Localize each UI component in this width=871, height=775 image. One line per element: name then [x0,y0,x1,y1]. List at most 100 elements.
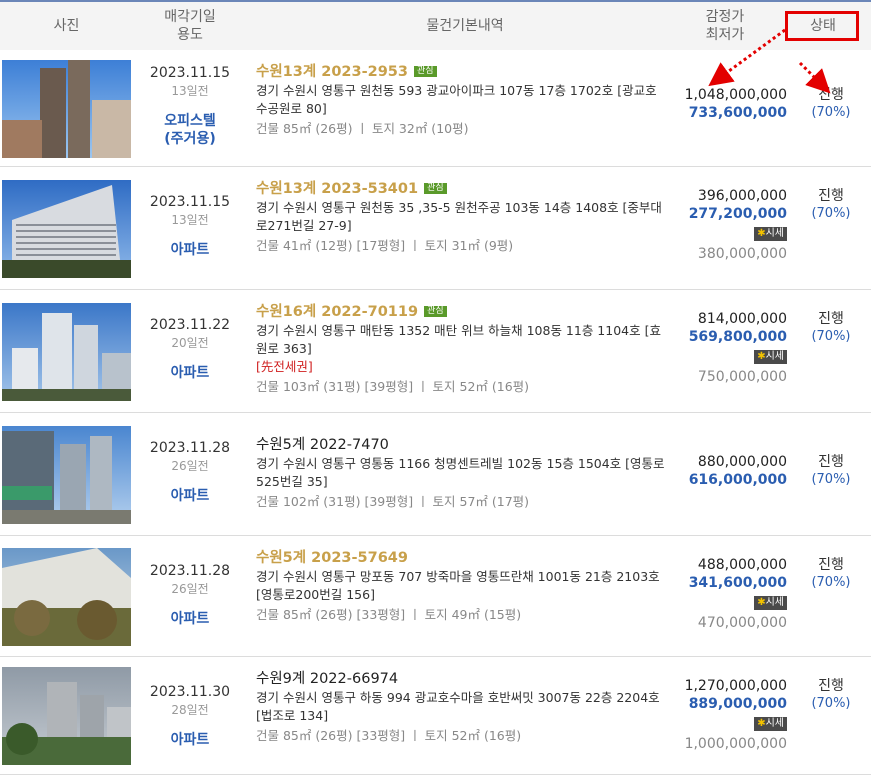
min-price-ratio: (70%) [811,472,851,487]
case-number[interactable]: 수원13계 2023-2953 [256,64,408,80]
min-price-ratio: (70%) [811,206,851,221]
sale-date: 2023.11.15 [149,65,231,81]
appraisal-price: 1,270,000,000 [684,678,787,694]
address: 경기 수원시 영통구 매탄동 1352 매탄 위브 하늘채 108동 11층 1… [256,323,661,356]
sale-date: 2023.11.28 [149,440,231,456]
case-number-link[interactable]: 수원9계 2022-66974 [256,669,666,689]
market-price-button[interactable]: ✱시세 [754,350,787,364]
property-photo[interactable] [2,180,131,278]
min-price-ratio: (70%) [811,696,851,711]
interest-tag[interactable]: 관심 [424,306,447,317]
star-icon: ✱ [757,351,766,362]
date-usage-cell: 2023.11.28 26일전 아파트 [140,562,240,628]
property-photo[interactable] [2,667,131,765]
minimum-price: 277,200,000 [688,206,787,222]
interest-tag[interactable]: 관심 [413,66,437,77]
status-cell: 진행 (70%) [795,453,867,489]
property-info: 수원5계 2022-7470 경기 수원시 영통구 영통동 1166 청명센트레빌… [256,435,666,511]
header-info: 물건기본내역 [426,18,504,34]
date-usage-cell: 2023.11.15 13일전오피스텔 (주거용) [140,64,240,148]
case-number[interactable]: 수원13계 2023-53401 [256,181,418,197]
status-cell: 진행 (70%) [795,677,867,713]
property-photo[interactable] [2,548,131,646]
area-info: 건물 41㎡ (12평) [17평형] ㅣ 토지 31㎡ (9평) [256,238,514,253]
date-usage-cell: 2023.11.22 20일전 아파트 [140,316,240,382]
address: 경기 수원시 영통구 원천동 35 ,35-5 원천주공 103동 14층 14… [256,200,662,233]
market-price-label[interactable]: 시세 [766,597,784,608]
minimum-price: 616,000,000 [688,472,787,488]
star-icon: ✱ [757,718,766,729]
case-number-link[interactable]: 수원13계 2023-2953 관심 [256,62,666,82]
case-number-link[interactable]: 수원5계 2023-57649 [256,548,666,568]
price-cell: 1,270,000,000 889,000,000 ✱시세 1,000,000,000 [670,677,787,753]
market-price-label[interactable]: 시세 [766,351,784,362]
appraisal-price: 1,048,000,000 [684,87,787,103]
interest-tag[interactable]: 관심 [424,183,447,194]
area-info: 건물 85㎡ (26평) [33평형] ㅣ 토지 49㎡ (15평) [256,607,522,622]
header-date: 매각기일 [164,9,216,25]
market-price-button[interactable]: ✱시세 [754,717,787,731]
star-icon: ✱ [757,228,766,239]
case-number-link[interactable]: 수원13계 2023-53401 관심 [256,179,666,199]
property-photo[interactable] [2,303,131,401]
minimum-price: 733,600,000 [688,105,787,121]
address: 경기 수원시 영통구 하동 994 광교호수마을 호반써밋 3007동 22층 … [256,690,660,723]
property-photo[interactable] [2,60,131,158]
address: 경기 수원시 영통구 영통동 1166 청명센트레빌 102동 15층 1504… [256,456,665,489]
days-remaining: 20일전 [171,336,209,350]
minimum-price: 569,800,000 [688,329,787,345]
header-photo: 사진 [53,18,80,34]
min-price-ratio: (70%) [811,575,851,590]
usage-type[interactable]: 아파트 [140,487,240,505]
sale-date: 2023.11.30 [149,684,231,700]
header-price[interactable]: 감정가 최저가 [680,8,770,44]
appraisal-price: 488,000,000 [697,557,787,573]
status-text: 진행 [818,311,844,327]
market-price-button[interactable]: ✱시세 [754,596,787,610]
status-highlight-box [785,11,859,41]
area-info: 건물 85㎡ (26평) ㅣ 토지 32㎡ (10평) [256,121,469,136]
status-cell: 진행 (70%) [795,86,867,122]
price-cell: 1,048,000,000 733,600,000 [670,86,787,122]
auction-row[interactable]: 2023.11.30 28일전 아파트 수원9계 2022-66974 경기 수원시 영… [0,657,871,775]
header-date-usage: 매각기일 용도 [140,8,240,44]
min-price-ratio: (70%) [811,329,851,344]
market-price-label[interactable]: 시세 [766,228,784,239]
auction-row[interactable]: 2023.11.22 20일전 아파트 수원16계 2022-70119 관심 경기 수원… [0,290,871,413]
status-text: 진행 [818,454,844,470]
auction-row[interactable]: 2023.11.15 13일전오피스텔 (주거용) 수원13계 2023-2953 관… [0,50,871,167]
usage-type[interactable]: 아파트 [140,731,240,749]
market-price: 470,000,000 [697,615,787,631]
date-usage-cell: 2023.11.15 13일전 아파트 [140,193,240,259]
area-info: 건물 85㎡ (26평) [33평형] ㅣ 토지 52㎡ (16평) [256,728,522,743]
warning-text: [先전세권] [256,359,313,374]
property-photo[interactable] [2,426,131,524]
days-remaining: 13일전 [171,84,209,98]
star-icon: ✱ [757,597,766,608]
usage-type[interactable]: 아파트 [140,364,240,382]
status-text: 진행 [818,188,844,204]
usage-type[interactable]: 오피스텔 (주거용) [140,112,240,148]
market-price-button[interactable]: ✱시세 [754,227,787,241]
header-minimum[interactable]: 최저가 [680,26,770,44]
auction-row[interactable]: 2023.11.28 26일전 아파트 수원5계 2023-57649 경기 수원시 영… [0,536,871,657]
usage-type[interactable]: 아파트 [140,610,240,628]
market-price-label[interactable]: 시세 [766,718,784,729]
case-number[interactable]: 수원5계 2022-7470 [256,437,389,453]
case-number[interactable]: 수원9계 2022-66974 [256,671,398,687]
market-price: 750,000,000 [697,369,787,385]
price-cell: 880,000,000 616,000,000 [670,453,787,489]
usage-type[interactable]: 아파트 [140,241,240,259]
area-info: 건물 102㎡ (31평) [39평형] ㅣ 토지 57㎡ (17평) [256,494,530,509]
auction-row[interactable]: 2023.11.15 13일전 아파트 수원13계 2023-53401 관심경기 수원… [0,167,871,290]
price-cell: 814,000,000 569,800,000 ✱시세 750,000,000 [670,310,787,386]
market-price: 1,000,000,000 [684,736,787,752]
status-text: 진행 [818,557,844,573]
auction-row[interactable]: 2023.11.28 26일전 아파트 수원5계 2022-7470 경기 수원시 영통… [0,413,871,536]
status-text: 진행 [818,678,844,694]
case-number[interactable]: 수원16계 2022-70119 [256,304,418,320]
case-number-link[interactable]: 수원16계 2022-70119 관심 [256,302,666,322]
case-number-link[interactable]: 수원5계 2022-7470 [256,435,666,455]
header-appraisal[interactable]: 감정가 [680,8,770,26]
case-number[interactable]: 수원5계 2023-57649 [256,550,408,566]
